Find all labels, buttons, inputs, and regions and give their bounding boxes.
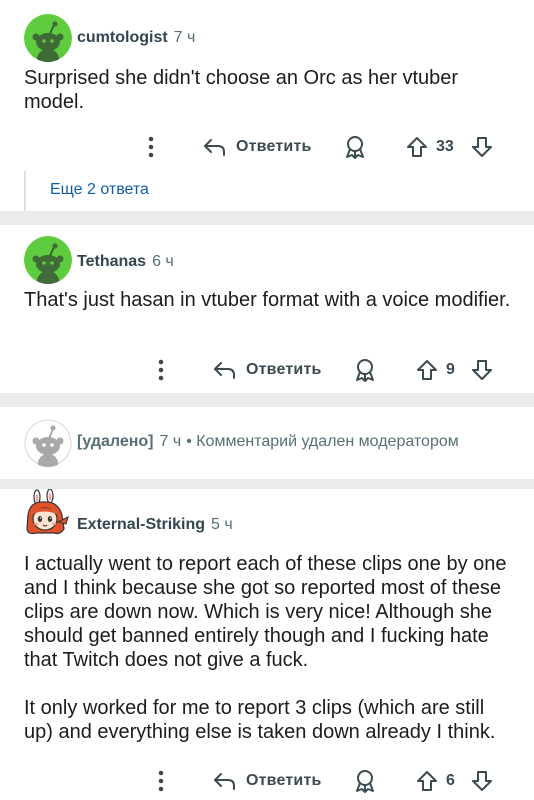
upvote-icon bbox=[407, 137, 427, 157]
reply-button[interactable]: Ответить bbox=[212, 354, 322, 386]
comment-header: [удалено] 7 ч • Комментарий удален модер… bbox=[77, 430, 459, 454]
username[interactable]: External-Striking bbox=[77, 516, 205, 534]
upvote-button[interactable] bbox=[415, 354, 439, 386]
award-icon bbox=[356, 359, 374, 382]
comment-actions: Ответить 33 bbox=[140, 131, 510, 163]
snoo-avatar-icon bbox=[24, 489, 72, 537]
upvote-button[interactable] bbox=[415, 765, 439, 797]
award-button[interactable] bbox=[342, 131, 368, 163]
more-vert-icon bbox=[158, 359, 164, 381]
comment-card: External-Striking 5 ч I actually went to… bbox=[0, 489, 534, 800]
timestamp: 6 ч bbox=[152, 253, 174, 270]
reply-button[interactable]: Ответить bbox=[202, 131, 312, 163]
reply-button[interactable]: Ответить bbox=[212, 765, 322, 797]
snoo-avatar-icon bbox=[24, 419, 72, 467]
comment-body: Surprised she didn't choose an Orc as he… bbox=[24, 67, 459, 113]
downvote-icon bbox=[472, 771, 492, 791]
downvote-icon bbox=[472, 360, 492, 380]
more-vert-icon bbox=[158, 770, 164, 792]
timestamp: 5 ч bbox=[211, 516, 233, 533]
reply-arrow-icon bbox=[214, 773, 235, 790]
more-options-button[interactable] bbox=[148, 131, 154, 163]
comment-header: Tethanas 6 ч bbox=[77, 250, 174, 274]
reply-label: Ответить bbox=[246, 772, 322, 789]
vote-score: 9 bbox=[446, 361, 455, 378]
comment-header: External-Striking 5 ч bbox=[77, 513, 233, 537]
downvote-button[interactable] bbox=[470, 765, 494, 797]
snoo-avatar-icon bbox=[24, 14, 72, 62]
timestamp: 7 ч bbox=[173, 29, 196, 46]
more-replies-link[interactable]: Еще 2 ответа bbox=[50, 181, 149, 199]
avatar[interactable] bbox=[24, 14, 72, 62]
comment-paragraph: I actually went to report each of these … bbox=[24, 553, 507, 671]
comment-header: cumtologist 7 ч bbox=[77, 26, 195, 50]
comment-card: [удалено] 7 ч • Комментарий удален модер… bbox=[0, 407, 534, 479]
award-icon bbox=[356, 770, 374, 793]
vote-score: 6 bbox=[446, 772, 455, 789]
downvote-button[interactable] bbox=[470, 131, 494, 163]
avatar[interactable] bbox=[24, 236, 72, 284]
snoo-avatar-icon bbox=[24, 236, 72, 284]
thread-line bbox=[24, 171, 26, 211]
avatar[interactable] bbox=[24, 489, 72, 537]
avatar bbox=[24, 419, 72, 467]
downvote-button[interactable] bbox=[470, 354, 494, 386]
award-button[interactable] bbox=[352, 765, 378, 797]
upvote-icon bbox=[417, 771, 437, 791]
comment-body: I actually went to report each of these … bbox=[24, 552, 510, 744]
username[interactable]: Tethanas bbox=[77, 253, 146, 271]
more-vert-icon bbox=[148, 136, 154, 158]
reply-arrow-icon bbox=[204, 139, 225, 156]
more-options-button[interactable] bbox=[158, 765, 164, 797]
comment-paragraph: It only worked for me to report 3 clips … bbox=[24, 697, 496, 743]
username[interactable]: cumtologist bbox=[77, 29, 168, 47]
timestamp: 7 ч bbox=[159, 433, 182, 450]
reply-arrow-icon bbox=[214, 362, 235, 379]
award-button[interactable] bbox=[352, 354, 378, 386]
reply-label: Ответить bbox=[246, 361, 322, 378]
upvote-icon bbox=[417, 360, 437, 380]
award-icon bbox=[346, 136, 364, 159]
removed-note: • Комментарий удален модератором bbox=[186, 433, 459, 450]
comment-card: Tethanas 6 ч That's just hasan in vtuber… bbox=[0, 225, 534, 393]
comment-card: cumtologist 7 ч Surprised she didn't cho… bbox=[0, 0, 534, 211]
username: [удалено] bbox=[77, 433, 154, 450]
vote-score: 33 bbox=[436, 138, 454, 155]
more-options-button[interactable] bbox=[158, 354, 164, 386]
downvote-icon bbox=[472, 137, 492, 157]
comment-body: That's just hasan in vtuber format with … bbox=[24, 289, 511, 311]
comment-actions: Ответить 6 bbox=[150, 765, 520, 797]
upvote-button[interactable] bbox=[405, 131, 429, 163]
comment-actions: Ответить 9 bbox=[150, 354, 520, 386]
reply-label: Ответить bbox=[236, 138, 312, 155]
